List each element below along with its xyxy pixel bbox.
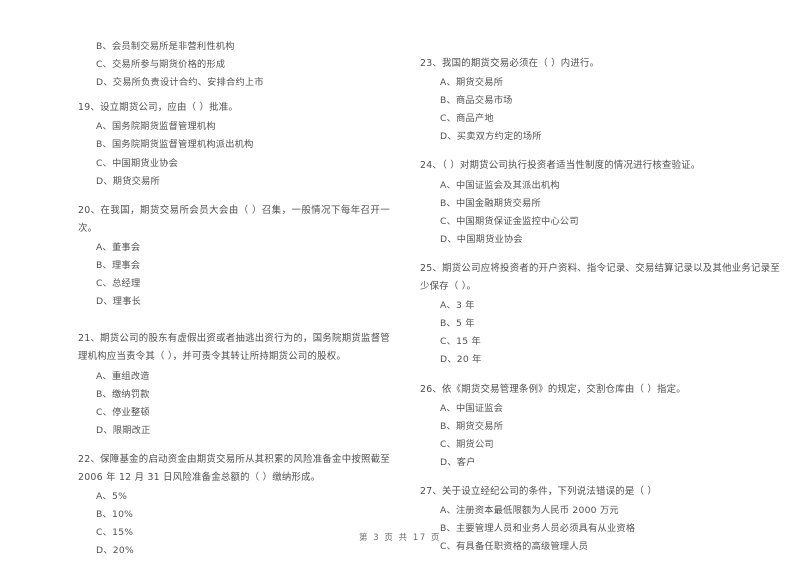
option-item: C、15 年	[440, 336, 481, 348]
question-22: 22、保障基金的启动资金由期货交易所从其积累的风险准备金中按照截至 2006 年…	[78, 451, 390, 561]
option-item: A、注册资本最低限额为人民币 2000 万元	[440, 505, 619, 517]
option-item: D、中国期货业协会	[440, 233, 523, 245]
right-column: 23、我国的期货交易必须在（ ）内进行。 A、期货交易所 B、商品交易市场 C、…	[400, 38, 800, 563]
option-item: D、20%	[96, 545, 134, 557]
option-item: A、5%	[96, 491, 128, 503]
question-stem: 20、在我国，期货交易所会员大会由（ ）召集，一般情况下每年召开一次。	[78, 204, 390, 234]
page-footer: 第 3 页 共 17 页	[359, 532, 441, 542]
option-item: A、期货交易所	[440, 77, 504, 89]
question-19: 19、设立期货公司，应由（ ）批准。 A、国务院期货监督管理机构 B、国务院期货…	[78, 99, 390, 190]
option-item: C、交易所参与期货价格的形成	[96, 59, 226, 71]
left-column: B、会员制交易所是非营利性机构 C、交易所参与期货价格的形成 D、交易所负责设计…	[0, 38, 400, 567]
question-stem: 26、依《期货交易管理条例》的规定，交割仓库由（ ）指定。	[420, 383, 686, 395]
question-stem: 23、我国的期货交易必须在（ ）内进行。	[420, 58, 600, 69]
option-item: B、5 年	[440, 318, 475, 330]
question-26: 26、依《期货交易管理条例》的规定，交割仓库由（ ）指定。 A、中国证监会 B、…	[412, 381, 780, 472]
option-item: C、中国期货保证金监控中心公司	[440, 215, 579, 227]
option-item: A、重组改造	[96, 370, 150, 382]
option-item: D、期货交易所	[96, 175, 160, 187]
question-20: 20、在我国，期货交易所会员大会由（ ）召集，一般情况下每年召开一次。 A、董事…	[78, 202, 390, 312]
question-23: 23、我国的期货交易必须在（ ）内进行。 A、期货交易所 B、商品交易市场 C、…	[412, 55, 780, 146]
question-stem: 19、设立期货公司，应由（ ）批准。	[78, 102, 239, 114]
option-item: A、中国证监会	[440, 402, 504, 414]
option-item: B、期货交易所	[440, 420, 504, 432]
option-item: B、10%	[96, 509, 134, 521]
option-item: B、国务院期货监督管理机构派出机构	[96, 139, 254, 151]
option-item: D、买卖双方约定的场所	[440, 131, 542, 143]
option-item: C、商品产地	[440, 113, 494, 125]
option-item: D、20 年	[440, 354, 482, 366]
option-item: D、交易所负责设计合约、安排合约上市	[96, 77, 264, 89]
question-stem: 27、关于设立经纪公司的条件，下列说法错误的是（ ）	[420, 485, 658, 497]
option-item: A、国务院期货监督管理机构	[96, 121, 216, 133]
option-item: A、董事会	[96, 241, 141, 253]
question-stem: 25、期货公司应将投资者的开户资料、指令记录、交易结算记录以及其他业务记录至少保…	[420, 262, 780, 293]
orphan-option-group: B、会员制交易所是非营利性机构 C、交易所参与期货价格的形成 D、交易所负责设计…	[78, 38, 390, 92]
exam-paper-page: B、会员制交易所是非营利性机构 C、交易所参与期货价格的形成 D、交易所负责设计…	[0, 0, 800, 565]
question-27: 27、关于设立经纪公司的条件，下列说法错误的是（ ） A、注册资本最低限额为人民…	[412, 483, 780, 556]
option-item: B、中国金融期货交易所	[440, 197, 541, 209]
option-item: C、中国期货业协会	[96, 157, 179, 169]
option-item: B、理事会	[96, 260, 141, 272]
two-column-layout: B、会员制交易所是非营利性机构 C、交易所参与期货价格的形成 D、交易所负责设计…	[0, 38, 800, 567]
option-item: A、中国证监会及其派出机构	[440, 179, 560, 191]
option-item: B、会员制交易所是非营利性机构	[96, 41, 235, 52]
question-stem: 24、（ ）对期货公司执行投资者适当性制度的情况进行核查验证。	[420, 160, 701, 172]
option-item: B、商品交易市场	[440, 95, 513, 107]
question-25: 25、期货公司应将投资者的开户资料、指令记录、交易结算记录以及其他业务记录至少保…	[412, 260, 780, 370]
question-stem: 22、保障基金的启动资金由期货交易所从其积累的风险准备金中按照截至 2006 年…	[78, 453, 390, 483]
option-item: B、缴纳罚款	[96, 388, 150, 400]
option-item: C、期货公司	[440, 438, 494, 450]
option-item: C、总经理	[96, 278, 141, 290]
question-21: 21、期货公司的股东有虚假出资或者抽逃出资行为的，国务院期货监督管理机构应当责令…	[78, 330, 390, 440]
question-stem: 21、期货公司的股东有虚假出资或者抽逃出资行为的，国务院期货监督管理机构应当责令…	[78, 333, 390, 363]
option-item: D、客户	[440, 456, 476, 468]
option-item: D、理事长	[96, 296, 142, 308]
option-item: A、3 年	[440, 300, 475, 312]
question-24: 24、（ ）对期货公司执行投资者适当性制度的情况进行核查验证。 A、中国证监会及…	[412, 157, 780, 248]
option-item: C、停业整顿	[96, 406, 150, 418]
option-item: D、限期改正	[96, 424, 151, 436]
